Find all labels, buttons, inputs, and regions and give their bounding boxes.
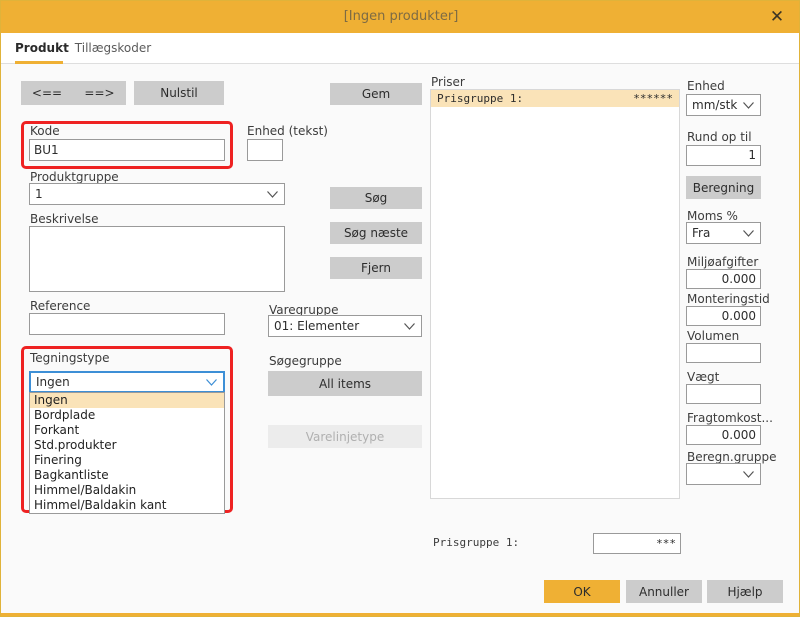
varegruppe-select[interactable]: 01: Elementer <box>268 315 422 337</box>
product-dialog: [Ingen produkter] ✕ Produkt Tillægskoder… <box>0 0 800 617</box>
soeg-button[interactable]: Søg <box>330 187 422 209</box>
close-icon[interactable]: ✕ <box>761 1 793 33</box>
tegningstype-dropdown-list[interactable]: IngenBordpladeForkantStd.produkterFineri… <box>29 392 225 514</box>
dropdown-option[interactable]: Himmel/Baldakin <box>30 483 224 498</box>
fjern-button[interactable]: Fjern <box>330 257 422 279</box>
dropdown-option[interactable]: Himmel/Baldakin kant <box>30 498 224 513</box>
volumen-label: Volumen <box>687 329 739 343</box>
dropdown-option[interactable]: Bagkantliste <box>30 468 224 483</box>
beskrivelse-label: Beskrivelse <box>30 212 99 226</box>
tegningstype-label: Tegningstype <box>30 351 110 365</box>
enhed-label: Enhed <box>687 79 725 93</box>
rund-op-til-label: Rund op til <box>687 130 752 144</box>
all-items-button[interactable]: All items <box>268 371 422 396</box>
moms-value: Fra <box>692 223 710 243</box>
gem-button[interactable]: Gem <box>330 83 422 105</box>
priser-row-name: Prisgruppe 1: <box>437 90 523 107</box>
priser-listbox[interactable]: Prisgruppe 1: ****** <box>430 89 680 499</box>
chevron-down-icon <box>404 323 415 330</box>
reset-button[interactable]: Nulstil <box>134 81 224 105</box>
chevron-down-icon <box>267 191 278 198</box>
volumen-input[interactable] <box>686 343 761 363</box>
reference-input[interactable] <box>29 313 225 335</box>
monteringstid-label: Monteringstid <box>687 292 770 306</box>
beregn-gruppe-select[interactable] <box>686 463 761 485</box>
produktgruppe-select[interactable]: 1 <box>29 183 285 205</box>
dropdown-option[interactable]: Forkant <box>30 423 224 438</box>
beregning-button[interactable]: Beregning <box>686 176 761 199</box>
enhed-tekst-label: Enhed (tekst) <box>247 124 328 138</box>
dropdown-option[interactable]: Std.produkter <box>30 438 224 453</box>
tab-tillaegskoder[interactable]: Tillægskoder <box>71 33 155 64</box>
footer-prisgruppe-input[interactable]: *** <box>593 533 681 554</box>
nav-prev-button[interactable]: <== <box>21 81 73 105</box>
tab-strip: Produkt Tillægskoder <box>1 33 800 64</box>
kode-input[interactable]: BU1 <box>29 139 225 161</box>
priser-row-value: ****** <box>633 90 673 107</box>
vaegt-label: Vægt <box>687 370 719 384</box>
priser-row[interactable]: Prisgruppe 1: ****** <box>431 90 679 107</box>
monteringstid-input[interactable]: 0.000 <box>686 306 761 326</box>
produktgruppe-label: Produktgruppe <box>30 170 119 184</box>
miljoeafgifter-label: Miljøafgifter <box>687 255 758 269</box>
window-title: [Ingen produkter] <box>1 1 800 33</box>
varelinjetype-button[interactable]: Varelinjetype <box>268 425 422 448</box>
soegegruppe-label: Søgegruppe <box>269 354 342 368</box>
vaegt-input[interactable] <box>686 384 761 404</box>
chevron-down-icon <box>743 230 754 237</box>
produktgruppe-value: 1 <box>35 184 43 204</box>
enhed-select[interactable]: mm/stk <box>686 94 761 116</box>
moms-select[interactable]: Fra <box>686 222 761 244</box>
help-button[interactable]: Hjælp <box>707 580 783 603</box>
varegruppe-value: 01: Elementer <box>274 316 359 336</box>
fragtomkost-input[interactable]: 0.000 <box>686 425 761 445</box>
enhed-tekst-input[interactable] <box>247 139 283 161</box>
footer-prisgruppe-label: Prisgruppe 1: <box>433 536 519 549</box>
chevron-down-icon <box>206 379 217 386</box>
ok-button[interactable]: OK <box>544 580 620 603</box>
dropdown-option[interactable]: Ingen <box>30 393 224 408</box>
chevron-down-icon <box>743 102 754 109</box>
dropdown-option[interactable]: Finering <box>30 453 224 468</box>
tegningstype-value: Ingen <box>36 373 70 391</box>
kode-label: Kode <box>30 124 60 138</box>
priser-label: Priser <box>431 75 465 89</box>
moms-label: Moms % <box>687 209 738 223</box>
beregn-gruppe-label: Beregn.gruppe <box>687 450 776 464</box>
cancel-button[interactable]: Annuller <box>626 580 702 603</box>
nav-next-button[interactable]: ==> <box>73 81 126 105</box>
tegningstype-select[interactable]: Ingen <box>29 371 225 393</box>
dropdown-option[interactable]: Bordplade <box>30 408 224 423</box>
reference-label: Reference <box>30 299 90 313</box>
title-bar: [Ingen produkter] ✕ <box>1 1 800 33</box>
miljoeafgifter-input[interactable]: 0.000 <box>686 269 761 289</box>
beskrivelse-textarea[interactable] <box>29 226 285 292</box>
window-bottom-accent <box>1 613 799 616</box>
chevron-down-icon <box>743 471 754 478</box>
rund-op-til-input[interactable]: 1 <box>686 145 761 166</box>
fragtomkost-label: Fragtomkost... <box>687 411 773 425</box>
tab-produkt[interactable]: Produkt <box>15 33 63 64</box>
soeg-naeste-button[interactable]: Søg næste <box>330 222 422 244</box>
enhed-value: mm/stk <box>692 95 737 115</box>
